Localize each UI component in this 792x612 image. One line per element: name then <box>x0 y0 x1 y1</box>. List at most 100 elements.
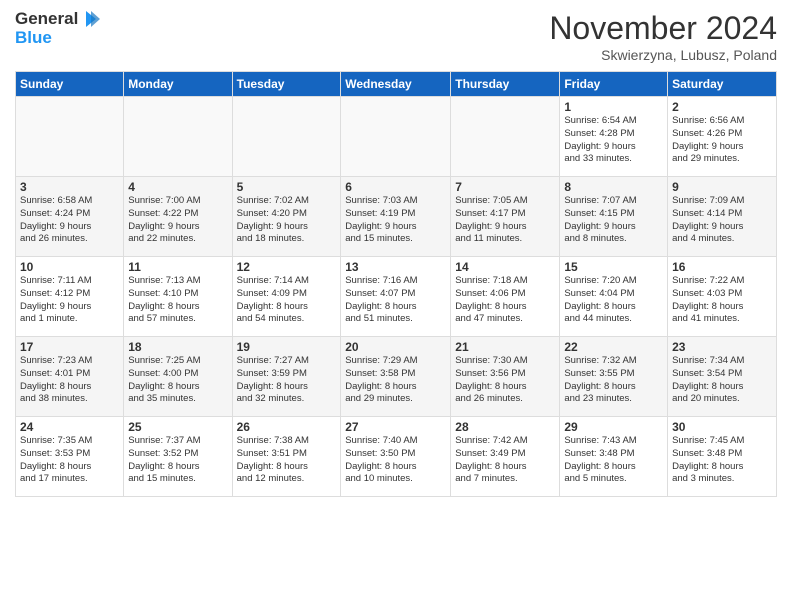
day-info: Sunrise: 7:11 AM Sunset: 4:12 PM Dayligh… <box>20 275 119 326</box>
day-info: Sunrise: 7:34 AM Sunset: 3:54 PM Dayligh… <box>672 355 772 406</box>
day-info: Sunrise: 7:25 AM Sunset: 4:00 PM Dayligh… <box>128 355 227 406</box>
day-info: Sunrise: 6:58 AM Sunset: 4:24 PM Dayligh… <box>20 195 119 246</box>
day-number: 19 <box>237 340 337 354</box>
col-header-thursday: Thursday <box>451 72 560 97</box>
day-number: 30 <box>672 420 772 434</box>
day-number: 6 <box>345 180 446 194</box>
day-number: 26 <box>237 420 337 434</box>
day-number: 9 <box>672 180 772 194</box>
calendar-cell: 22Sunrise: 7:32 AM Sunset: 3:55 PM Dayli… <box>560 337 668 417</box>
day-number: 2 <box>672 100 772 114</box>
calendar-cell: 16Sunrise: 7:22 AM Sunset: 4:03 PM Dayli… <box>668 257 777 337</box>
day-number: 15 <box>564 260 663 274</box>
calendar-cell: 21Sunrise: 7:30 AM Sunset: 3:56 PM Dayli… <box>451 337 560 417</box>
day-number: 25 <box>128 420 227 434</box>
calendar-cell: 25Sunrise: 7:37 AM Sunset: 3:52 PM Dayli… <box>124 417 232 497</box>
month-title: November 2024 <box>549 10 777 47</box>
day-number: 13 <box>345 260 446 274</box>
calendar-cell: 9Sunrise: 7:09 AM Sunset: 4:14 PM Daylig… <box>668 177 777 257</box>
day-info: Sunrise: 7:20 AM Sunset: 4:04 PM Dayligh… <box>564 275 663 326</box>
calendar-week-row: 3Sunrise: 6:58 AM Sunset: 4:24 PM Daylig… <box>16 177 777 257</box>
logo-text-general: General <box>15 10 78 29</box>
calendar-cell: 24Sunrise: 7:35 AM Sunset: 3:53 PM Dayli… <box>16 417 124 497</box>
calendar-week-row: 1Sunrise: 6:54 AM Sunset: 4:28 PM Daylig… <box>16 97 777 177</box>
calendar-cell: 30Sunrise: 7:45 AM Sunset: 3:48 PM Dayli… <box>668 417 777 497</box>
day-number: 12 <box>237 260 337 274</box>
calendar-cell: 26Sunrise: 7:38 AM Sunset: 3:51 PM Dayli… <box>232 417 341 497</box>
calendar-cell: 7Sunrise: 7:05 AM Sunset: 4:17 PM Daylig… <box>451 177 560 257</box>
day-number: 14 <box>455 260 555 274</box>
day-number: 28 <box>455 420 555 434</box>
day-info: Sunrise: 7:03 AM Sunset: 4:19 PM Dayligh… <box>345 195 446 246</box>
day-info: Sunrise: 7:05 AM Sunset: 4:17 PM Dayligh… <box>455 195 555 246</box>
col-header-sunday: Sunday <box>16 72 124 97</box>
calendar-cell: 17Sunrise: 7:23 AM Sunset: 4:01 PM Dayli… <box>16 337 124 417</box>
day-number: 7 <box>455 180 555 194</box>
day-info: Sunrise: 6:56 AM Sunset: 4:26 PM Dayligh… <box>672 115 772 166</box>
col-header-wednesday: Wednesday <box>341 72 451 97</box>
day-info: Sunrise: 7:45 AM Sunset: 3:48 PM Dayligh… <box>672 435 772 486</box>
calendar-cell: 28Sunrise: 7:42 AM Sunset: 3:49 PM Dayli… <box>451 417 560 497</box>
day-number: 24 <box>20 420 119 434</box>
calendar-cell: 13Sunrise: 7:16 AM Sunset: 4:07 PM Dayli… <box>341 257 451 337</box>
day-number: 16 <box>672 260 772 274</box>
calendar-cell: 5Sunrise: 7:02 AM Sunset: 4:20 PM Daylig… <box>232 177 341 257</box>
logo: General Blue <box>15 10 100 47</box>
day-number: 17 <box>20 340 119 354</box>
calendar-cell: 11Sunrise: 7:13 AM Sunset: 4:10 PM Dayli… <box>124 257 232 337</box>
calendar-cell: 29Sunrise: 7:43 AM Sunset: 3:48 PM Dayli… <box>560 417 668 497</box>
day-info: Sunrise: 7:18 AM Sunset: 4:06 PM Dayligh… <box>455 275 555 326</box>
page-header: General Blue November 2024 Skwierzyna, L… <box>15 10 777 63</box>
day-number: 18 <box>128 340 227 354</box>
day-info: Sunrise: 7:22 AM Sunset: 4:03 PM Dayligh… <box>672 275 772 326</box>
day-info: Sunrise: 7:14 AM Sunset: 4:09 PM Dayligh… <box>237 275 337 326</box>
calendar-cell: 12Sunrise: 7:14 AM Sunset: 4:09 PM Dayli… <box>232 257 341 337</box>
calendar-week-row: 24Sunrise: 7:35 AM Sunset: 3:53 PM Dayli… <box>16 417 777 497</box>
day-info: Sunrise: 7:35 AM Sunset: 3:53 PM Dayligh… <box>20 435 119 486</box>
day-info: Sunrise: 7:30 AM Sunset: 3:56 PM Dayligh… <box>455 355 555 406</box>
location: Skwierzyna, Lubusz, Poland <box>549 47 777 63</box>
day-number: 29 <box>564 420 663 434</box>
day-number: 5 <box>237 180 337 194</box>
logo-arrow-icon <box>78 11 100 27</box>
calendar-cell <box>16 97 124 177</box>
day-info: Sunrise: 7:02 AM Sunset: 4:20 PM Dayligh… <box>237 195 337 246</box>
calendar-cell <box>232 97 341 177</box>
calendar-cell: 6Sunrise: 7:03 AM Sunset: 4:19 PM Daylig… <box>341 177 451 257</box>
day-number: 20 <box>345 340 446 354</box>
day-info: Sunrise: 7:13 AM Sunset: 4:10 PM Dayligh… <box>128 275 227 326</box>
page-container: General Blue November 2024 Skwierzyna, L… <box>0 0 792 507</box>
day-info: Sunrise: 6:54 AM Sunset: 4:28 PM Dayligh… <box>564 115 663 166</box>
day-number: 1 <box>564 100 663 114</box>
calendar-cell: 27Sunrise: 7:40 AM Sunset: 3:50 PM Dayli… <box>341 417 451 497</box>
calendar-cell: 20Sunrise: 7:29 AM Sunset: 3:58 PM Dayli… <box>341 337 451 417</box>
calendar-cell: 8Sunrise: 7:07 AM Sunset: 4:15 PM Daylig… <box>560 177 668 257</box>
calendar-table: SundayMondayTuesdayWednesdayThursdayFrid… <box>15 71 777 497</box>
logo-text-blue: Blue <box>15 29 100 48</box>
calendar-cell: 10Sunrise: 7:11 AM Sunset: 4:12 PM Dayli… <box>16 257 124 337</box>
calendar-cell: 23Sunrise: 7:34 AM Sunset: 3:54 PM Dayli… <box>668 337 777 417</box>
day-info: Sunrise: 7:00 AM Sunset: 4:22 PM Dayligh… <box>128 195 227 246</box>
calendar-cell: 1Sunrise: 6:54 AM Sunset: 4:28 PM Daylig… <box>560 97 668 177</box>
day-number: 8 <box>564 180 663 194</box>
day-number: 11 <box>128 260 227 274</box>
day-info: Sunrise: 7:40 AM Sunset: 3:50 PM Dayligh… <box>345 435 446 486</box>
calendar-cell: 2Sunrise: 6:56 AM Sunset: 4:26 PM Daylig… <box>668 97 777 177</box>
day-info: Sunrise: 7:16 AM Sunset: 4:07 PM Dayligh… <box>345 275 446 326</box>
col-header-monday: Monday <box>124 72 232 97</box>
day-info: Sunrise: 7:42 AM Sunset: 3:49 PM Dayligh… <box>455 435 555 486</box>
day-info: Sunrise: 7:29 AM Sunset: 3:58 PM Dayligh… <box>345 355 446 406</box>
title-block: November 2024 Skwierzyna, Lubusz, Poland <box>549 10 777 63</box>
day-number: 10 <box>20 260 119 274</box>
calendar-cell <box>341 97 451 177</box>
day-info: Sunrise: 7:09 AM Sunset: 4:14 PM Dayligh… <box>672 195 772 246</box>
calendar-cell: 15Sunrise: 7:20 AM Sunset: 4:04 PM Dayli… <box>560 257 668 337</box>
day-number: 27 <box>345 420 446 434</box>
calendar-cell: 18Sunrise: 7:25 AM Sunset: 4:00 PM Dayli… <box>124 337 232 417</box>
day-number: 21 <box>455 340 555 354</box>
col-header-tuesday: Tuesday <box>232 72 341 97</box>
day-info: Sunrise: 7:38 AM Sunset: 3:51 PM Dayligh… <box>237 435 337 486</box>
calendar-cell: 19Sunrise: 7:27 AM Sunset: 3:59 PM Dayli… <box>232 337 341 417</box>
day-info: Sunrise: 7:43 AM Sunset: 3:48 PM Dayligh… <box>564 435 663 486</box>
day-number: 22 <box>564 340 663 354</box>
